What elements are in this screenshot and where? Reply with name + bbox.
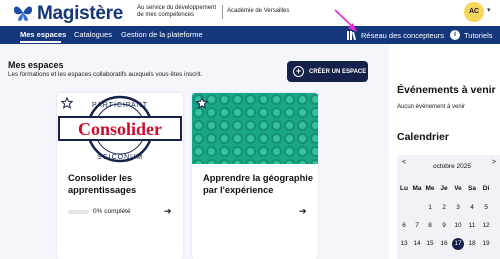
calendar-day[interactable]: 5 (479, 202, 493, 214)
seal-top-text: PARTICIPANT (92, 102, 148, 109)
calendar-weekday: Je (440, 185, 448, 192)
calendar-day[interactable]: 3 (451, 202, 465, 214)
calendar-day[interactable]: 15 (423, 238, 437, 250)
calendar-day[interactable]: 7 (410, 220, 424, 232)
calendar-day-today[interactable]: 17 (452, 238, 464, 250)
calendar-weekday: Sa (468, 185, 476, 192)
calendar-weekday: Di (482, 185, 490, 192)
chevron-down-icon[interactable]: ▾ (487, 6, 491, 14)
nav-active-underline (20, 41, 61, 43)
calendar-day[interactable]: 18 (465, 238, 479, 250)
page-title: Mes espaces (8, 60, 64, 70)
arrow-right-icon[interactable]: ➔ (299, 206, 307, 217)
calendar-day[interactable]: 11 (465, 220, 479, 232)
academie-label: Académie de Versailles (227, 8, 290, 14)
space-card[interactable]: PARTICIPANT SCICONUM Consolider Consolid… (57, 93, 183, 259)
favorite-star-icon[interactable] (196, 97, 208, 109)
plus-icon: + (293, 66, 304, 77)
nav-item-gestion[interactable]: Gestion de la plateforme (121, 30, 203, 39)
card-title[interactable]: Consolider les apprentissages (68, 172, 180, 196)
calendar-day[interactable]: 4 (465, 202, 479, 214)
butterfly-logo-icon[interactable] (13, 3, 33, 23)
progress-bar (68, 210, 89, 214)
calendar-day[interactable]: 19 (479, 238, 493, 250)
main-nav: Mes espaces Catalogues Gestion de la pla… (0, 26, 500, 44)
create-space-label: CRÉER UN ESPACE (309, 68, 367, 75)
nav-item-mes-espaces[interactable]: Mes espaces (20, 30, 66, 39)
user-avatar[interactable]: AC (464, 2, 484, 22)
info-icon: i (450, 30, 460, 40)
calendar-day[interactable]: 6 (397, 220, 411, 232)
header-divider (222, 5, 223, 19)
seal-center-text: Consolider (78, 119, 162, 139)
page-subtitle: Les formations et les espaces collaborat… (8, 71, 203, 78)
logo-text[interactable]: Magistère (37, 3, 123, 25)
calendar-weekday: Ve (454, 185, 462, 192)
events-title: Événements à venir (397, 84, 496, 96)
calendar-day[interactable]: 13 (397, 238, 411, 250)
calendar-day[interactable]: 10 (451, 220, 465, 232)
calendar-day[interactable]: 2 (437, 202, 451, 214)
calendar-day[interactable]: 8 (423, 220, 437, 232)
seal-bottom-text: SCICONUM (97, 154, 143, 161)
calendar-day[interactable]: 12 (479, 220, 493, 232)
top-header: Magistère Au service du développement de… (0, 0, 500, 26)
nav-item-tutoriels[interactable]: i Tutoriels (450, 29, 492, 41)
create-space-button[interactable]: + CRÉER UN ESPACE (287, 61, 368, 82)
calendar-day[interactable]: 14 (410, 238, 424, 250)
space-card[interactable]: Apprendre la géographie par l'expérience… (192, 93, 318, 259)
card-image: PARTICIPANT SCICONUM Consolider (57, 93, 183, 164)
tagline: Au service du développement de mes compé… (137, 5, 217, 18)
calendar-widget: < octobre 2025 > Lu Ma Me Je Ve Sa Di 1 2 3 4 5 6 7 8 9… (397, 155, 500, 259)
events-empty-text: Aucun événement à venir (397, 104, 466, 110)
annotation-arrow-icon (334, 9, 357, 32)
reseau-label: Réseau des concepteurs (361, 30, 444, 40)
calendar-weekday: Me (425, 185, 435, 192)
favorite-star-icon[interactable] (61, 97, 73, 109)
right-sidebar: Événements à venir Aucun événement à ven… (389, 44, 500, 259)
calendar-day[interactable]: 16 (437, 238, 451, 250)
tutoriels-label: Tutoriels (464, 30, 493, 40)
arrow-right-icon[interactable]: ➔ (164, 206, 172, 217)
card-title[interactable]: Apprendre la géographie par l'expérience (203, 172, 315, 196)
progress-label: 0% complété (93, 208, 131, 215)
nav-item-catalogues[interactable]: Catalogues (74, 30, 112, 39)
participant-seal-icon: PARTICIPANT SCICONUM Consolider (58, 95, 182, 163)
calendar-month: octobre 2025 (433, 163, 471, 170)
calendar-day[interactable]: 9 (437, 220, 451, 232)
calendar-weekday: Lu (400, 185, 408, 192)
chevron-left-icon[interactable]: < (402, 159, 406, 166)
card-image (192, 93, 318, 164)
calendar-title: Calendrier (397, 131, 449, 143)
calendar-day[interactable]: 1 (423, 202, 437, 214)
calendar-weekday: Ma (412, 185, 422, 192)
nav-item-reseau[interactable]: Réseau des concepteurs (347, 29, 444, 41)
chevron-right-icon[interactable]: > (492, 159, 496, 166)
